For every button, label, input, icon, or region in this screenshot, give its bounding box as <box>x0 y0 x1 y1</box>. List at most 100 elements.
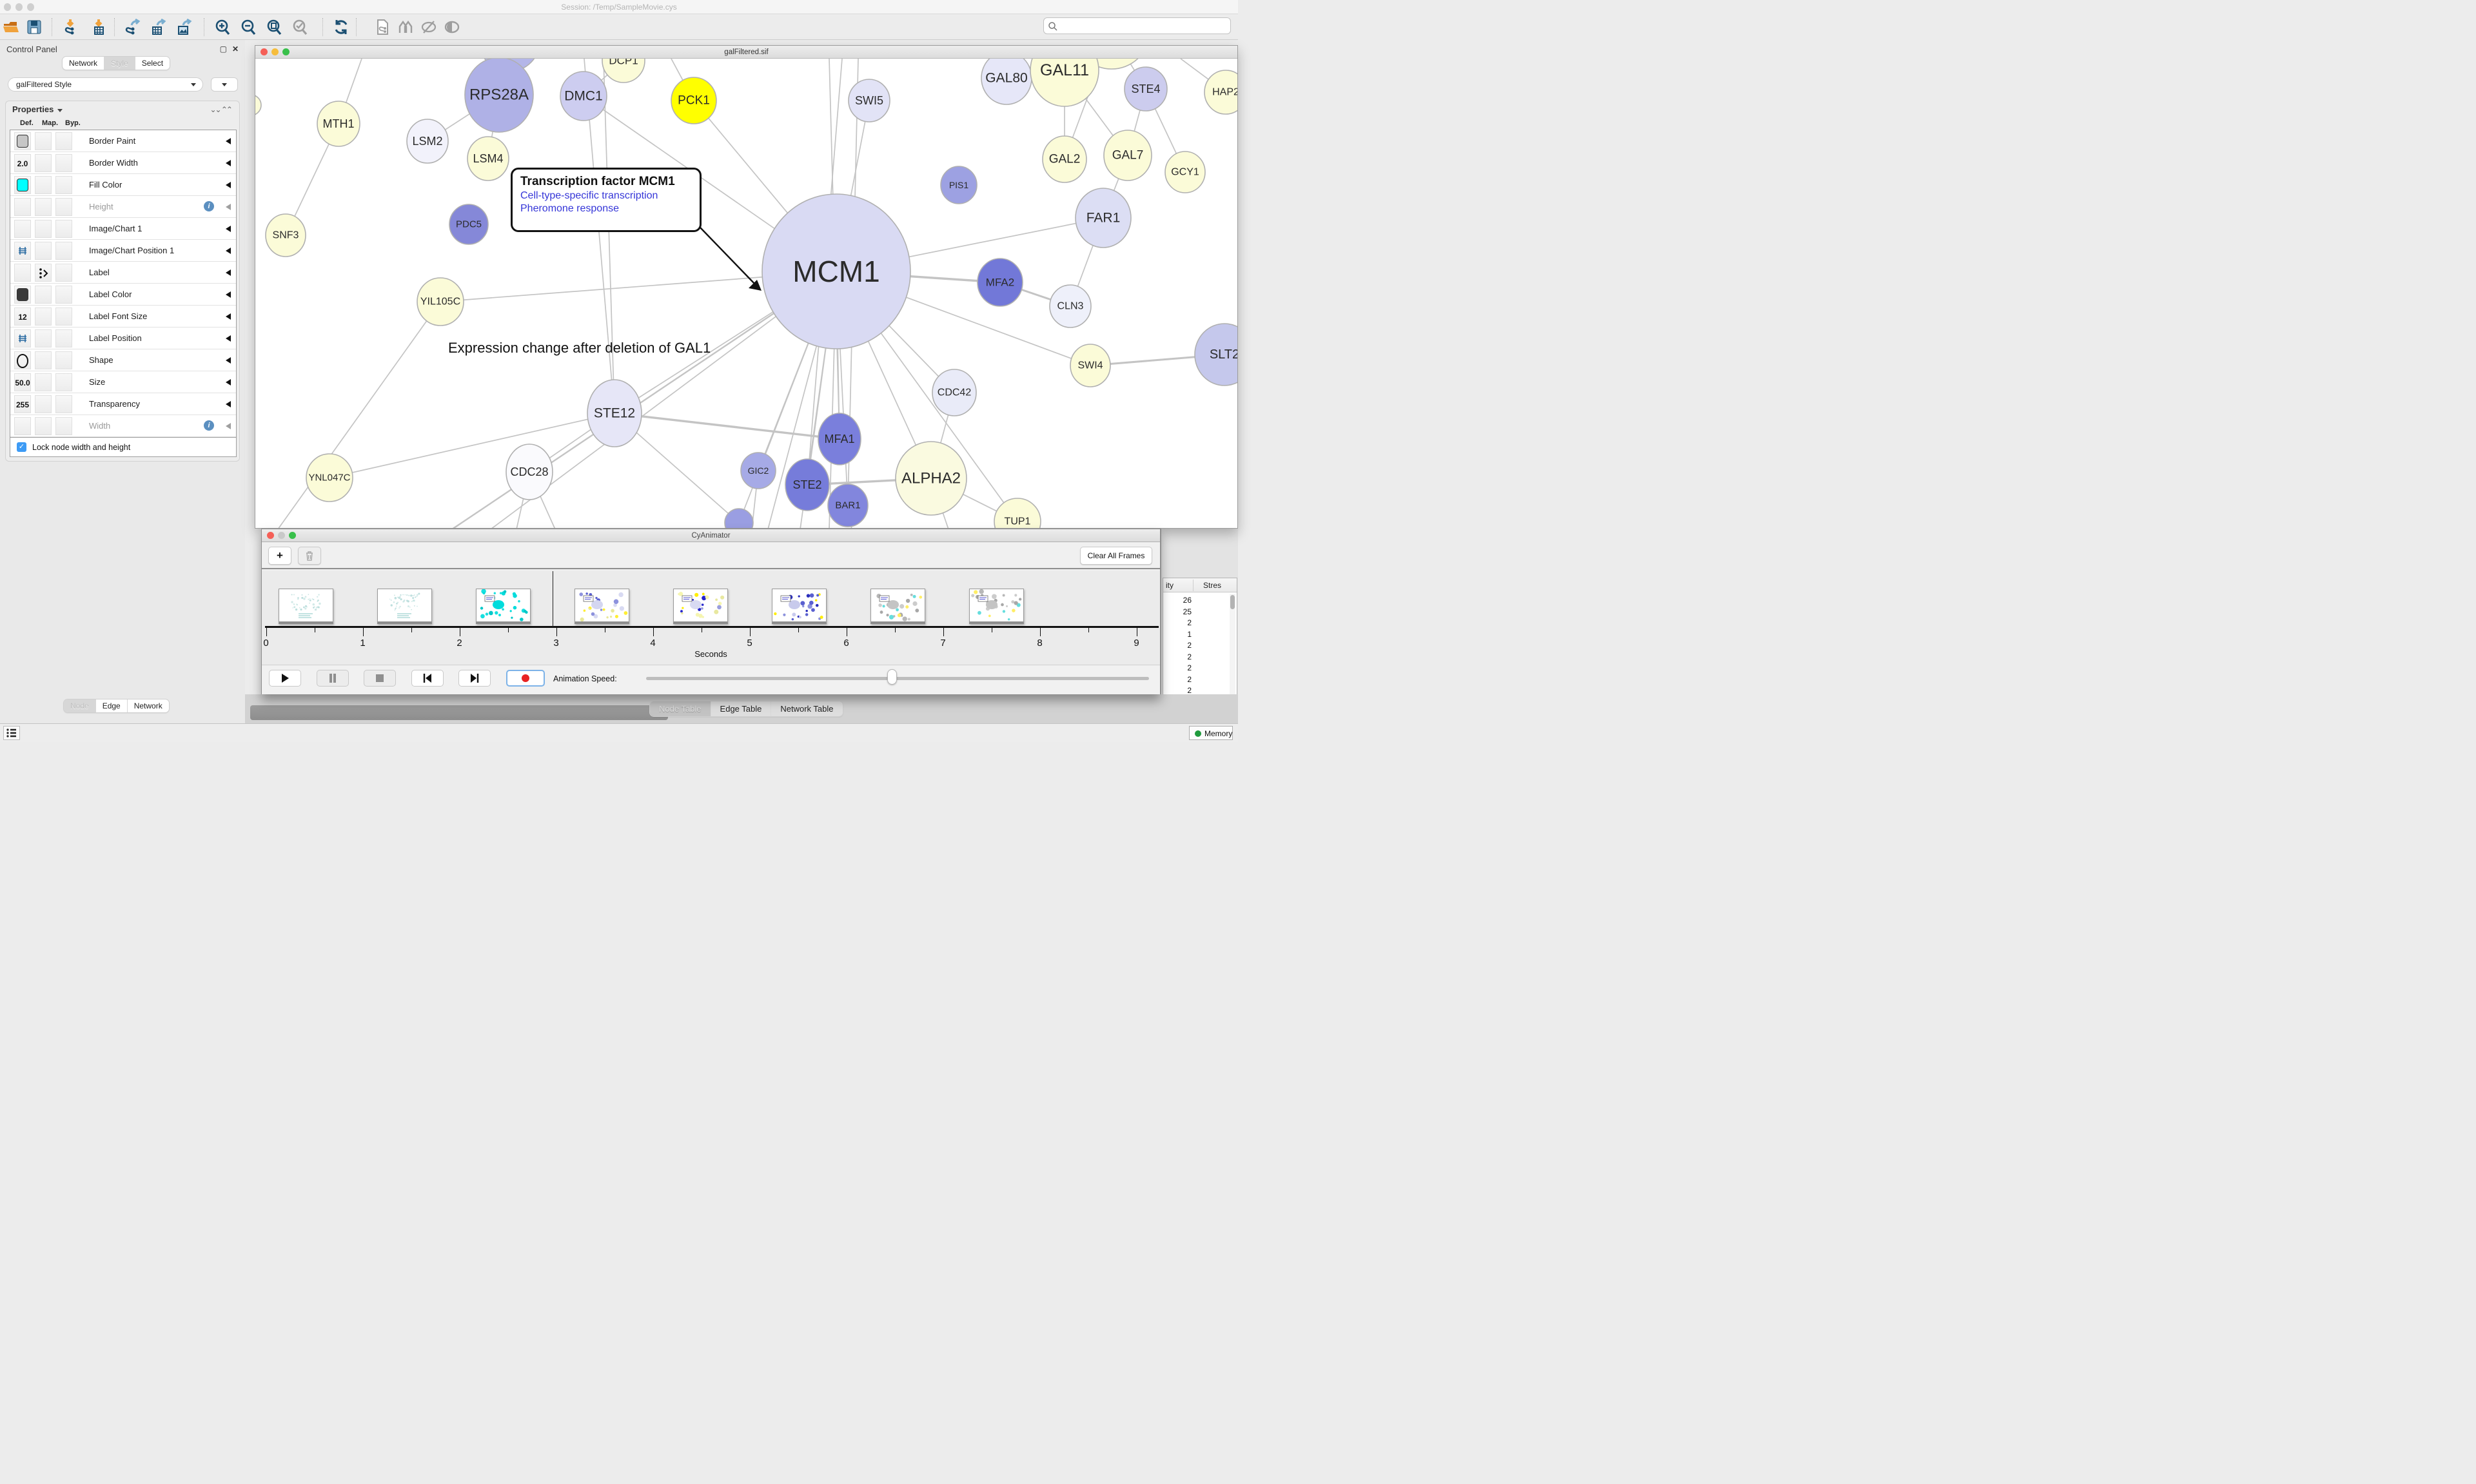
property-c2-cell[interactable] <box>55 395 72 413</box>
refresh-icon[interactable] <box>333 19 349 35</box>
network-node-STE2[interactable]: STE2 <box>785 459 829 511</box>
property-c2-cell[interactable] <box>55 264 72 282</box>
network-node-LSM4[interactable]: LSM4 <box>467 137 509 181</box>
style-options-dropdown[interactable] <box>211 77 238 92</box>
property-row[interactable]: Image/Chart 1 <box>10 218 236 240</box>
skip-to-end-button[interactable] <box>458 670 491 687</box>
network-node-BAR1[interactable]: BAR1 <box>828 484 868 527</box>
pause-button[interactable] <box>317 670 349 687</box>
network-node-FAR1[interactable]: FAR1 <box>1076 188 1131 248</box>
color-swatch[interactable] <box>17 288 28 301</box>
property-c0-cell[interactable]: 50.0 <box>14 373 31 391</box>
zoom-window-icon[interactable] <box>282 48 290 55</box>
property-c1-cell[interactable] <box>35 373 52 391</box>
zoom-out-icon[interactable] <box>240 19 257 35</box>
table-cell[interactable]: 2 <box>1166 686 1192 695</box>
network-node-RPS28A[interactable]: RPS28A <box>465 59 533 132</box>
search-input[interactable] <box>1061 19 1225 32</box>
property-row[interactable]: Label Color <box>10 284 236 306</box>
tab-network-table[interactable]: Network Table <box>771 701 842 716</box>
network-node-MFA1[interactable]: MFA1 <box>818 413 861 465</box>
close-panel-icon[interactable]: ✕ <box>232 44 239 54</box>
property-c2-cell[interactable] <box>55 220 72 238</box>
column-header-stress[interactable]: Stres <box>1203 581 1221 590</box>
default-value[interactable]: 2.0 <box>15 159 30 168</box>
column-header-centrality[interactable]: ity <box>1166 581 1174 590</box>
property-c2-cell[interactable] <box>55 242 72 260</box>
lock-size-checkbox[interactable]: ✓ <box>17 442 26 452</box>
network-node-SWI5[interactable]: SWI5 <box>849 79 890 122</box>
property-row[interactable]: Widthi <box>10 415 236 437</box>
collapse-arrow-icon[interactable] <box>226 423 231 429</box>
speed-slider[interactable] <box>646 677 1149 680</box>
zoom-fit-icon[interactable] <box>266 19 282 35</box>
keyframe-thumbnail-4[interactable] <box>673 589 728 624</box>
save-session-icon[interactable] <box>26 19 43 35</box>
zoom-window-icon[interactable] <box>289 532 296 539</box>
annotation-link-1[interactable]: Cell-type-specific transcription <box>520 190 692 202</box>
window-zoom-icon[interactable] <box>27 3 34 11</box>
property-c0-cell[interactable] <box>14 132 31 150</box>
tab-select[interactable]: Select <box>135 57 170 70</box>
show-details-icon[interactable] <box>444 19 460 35</box>
tab-edge-table[interactable]: Edge Table <box>711 701 772 716</box>
network-node-CDC28[interactable]: CDC28 <box>506 444 553 500</box>
table-cell[interactable]: 1 <box>1166 630 1192 639</box>
keyframe-thumbnail-1[interactable] <box>377 589 432 624</box>
keyframe-thumbnail-6[interactable] <box>870 589 925 624</box>
property-c1-cell[interactable] <box>35 395 52 413</box>
expand-all-icon[interactable]: ⌄⌄ ⌃⌃ <box>210 105 231 114</box>
collapse-arrow-icon[interactable] <box>226 204 231 210</box>
network-node-DMC1[interactable]: DMC1 <box>560 72 607 121</box>
timeline[interactable]: 0123456789 Seconds <box>262 571 1160 665</box>
cyanimator-titlebar[interactable]: CyAnimator <box>262 529 1160 542</box>
memory-button[interactable]: Memory <box>1189 726 1233 740</box>
property-c0-cell[interactable] <box>14 351 31 369</box>
property-c1-cell[interactable] <box>35 132 52 150</box>
property-c1-cell[interactable] <box>35 286 52 304</box>
network-node-STE12[interactable]: STE12 <box>587 380 642 447</box>
color-swatch[interactable] <box>17 135 28 148</box>
close-window-icon[interactable] <box>267 532 274 539</box>
close-window-icon[interactable] <box>260 48 268 55</box>
keyframe-thumbnail-0[interactable] <box>279 589 333 624</box>
network-node-PDC5[interactable]: PDC5 <box>449 204 488 244</box>
default-value[interactable]: 50.0 <box>15 378 30 387</box>
property-c0-cell[interactable] <box>14 220 31 238</box>
import-network-icon[interactable] <box>62 19 79 35</box>
property-c2-cell[interactable] <box>55 198 72 216</box>
property-c0-cell[interactable] <box>14 176 31 194</box>
property-c2-cell[interactable] <box>55 154 72 172</box>
network-node-ALPHA2[interactable]: ALPHA2 <box>896 442 967 515</box>
property-c2-cell[interactable] <box>55 176 72 194</box>
network-window-titlebar[interactable]: galFiltered.sif <box>255 46 1237 59</box>
network-node-YNL047C[interactable]: YNL047C <box>306 454 353 502</box>
property-c0-cell[interactable]: 2.0 <box>14 154 31 172</box>
table-scrollbar[interactable] <box>1230 594 1235 708</box>
property-c0-cell[interactable] <box>14 417 31 435</box>
minimize-window-icon[interactable] <box>278 532 285 539</box>
collapse-arrow-icon[interactable] <box>226 248 231 254</box>
network-node-CLN3[interactable]: CLN3 <box>1050 285 1091 327</box>
tab-network[interactable]: Network <box>63 57 104 70</box>
property-c2-cell[interactable] <box>55 373 72 391</box>
window-close-icon[interactable] <box>4 3 11 11</box>
property-c1-cell[interactable] <box>35 176 52 194</box>
network-node-CDC42[interactable]: CDC42 <box>932 369 976 416</box>
property-c0-cell[interactable] <box>14 198 31 216</box>
tab-node-table[interactable]: Node Table <box>650 701 711 716</box>
window-minimize-icon[interactable] <box>15 3 23 11</box>
property-row[interactable]: 2.0Border Width <box>10 152 236 174</box>
property-row[interactable]: Image/Chart Position 1 <box>10 240 236 262</box>
add-frame-button[interactable]: + <box>268 547 291 565</box>
network-node-MTH1[interactable]: MTH1 <box>317 101 360 146</box>
skip-to-start-button[interactable] <box>411 670 444 687</box>
property-c2-cell[interactable] <box>55 329 72 347</box>
property-row[interactable]: Label Position <box>10 327 236 349</box>
network-node-PCK1[interactable]: PCK1 <box>671 77 716 124</box>
property-c1-cell[interactable] <box>35 242 52 260</box>
delete-frame-button[interactable] <box>298 547 321 565</box>
collapse-arrow-icon[interactable] <box>226 357 231 364</box>
network-node-GAL80[interactable]: GAL80 <box>981 59 1032 104</box>
zoom-in-icon[interactable] <box>214 19 231 35</box>
